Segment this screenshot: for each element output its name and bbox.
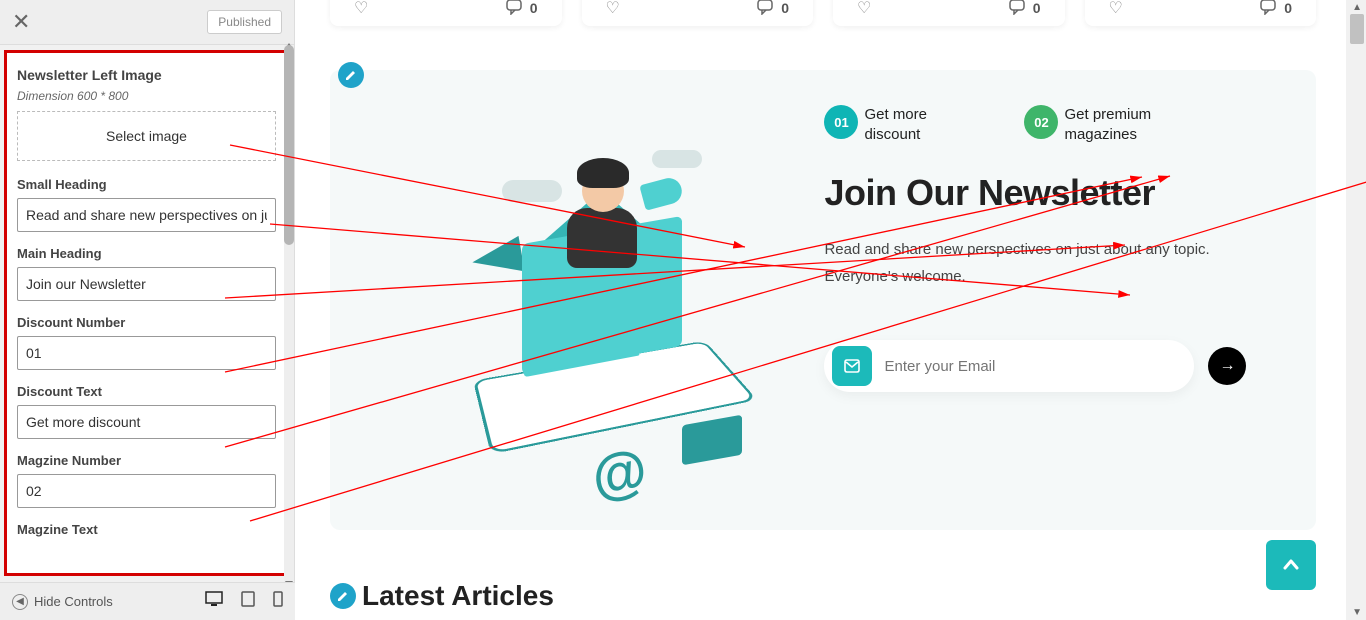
newsletter-section: @ 01 Get more discount 02 Get premium ma… xyxy=(330,70,1316,530)
main-heading-input[interactable] xyxy=(17,267,276,301)
dimension-note: Dimension 600 * 800 xyxy=(17,89,276,103)
heart-icon[interactable]: ♡ xyxy=(606,0,620,18)
comment-count: 0 xyxy=(530,0,538,16)
comment-icon xyxy=(506,0,524,18)
magazine-badge-text: Get premium magazines xyxy=(1064,105,1184,144)
small-heading-label: Small Heading xyxy=(17,177,276,192)
discount-text-input[interactable] xyxy=(17,405,276,439)
comment-icon xyxy=(757,0,775,18)
magazine-number-input[interactable] xyxy=(17,474,276,508)
comment-count: 0 xyxy=(1033,0,1041,16)
scroll-thumb[interactable] xyxy=(1350,14,1364,44)
preview-frame: ♡ 0 ♡ 0 ♡ 0 xyxy=(300,0,1346,620)
main-scrollbar[interactable]: ▲ ▼ xyxy=(1346,0,1366,620)
discount-number-input[interactable] xyxy=(17,336,276,370)
small-heading-input[interactable] xyxy=(17,198,276,232)
send-button[interactable]: → xyxy=(1208,347,1246,385)
scroll-arrow-down-icon[interactable]: ▼ xyxy=(1352,607,1362,618)
email-form-row: → xyxy=(824,340,1286,392)
magazine-number-label: Magzine Number xyxy=(17,453,276,468)
comment-count-wrap[interactable]: 0 xyxy=(757,0,789,18)
discount-number-label: Discount Number xyxy=(17,315,276,330)
sidebar-footer: ◀ Hide Controls xyxy=(0,582,295,620)
back-to-top-button[interactable] xyxy=(1266,540,1316,590)
heart-icon[interactable]: ♡ xyxy=(857,0,871,18)
sidebar-scroll-thumb[interactable] xyxy=(284,45,294,245)
latest-articles-title: Latest Articles xyxy=(362,580,554,612)
comment-icon xyxy=(1009,0,1027,18)
comment-count-wrap[interactable]: 0 xyxy=(1260,0,1292,18)
email-input-pill xyxy=(824,340,1194,392)
magazine-text-label: Magzine Text xyxy=(17,522,276,537)
edit-section-icon[interactable] xyxy=(330,583,356,609)
card-footer: ♡ 0 xyxy=(833,0,1065,26)
comment-icon xyxy=(1260,0,1278,18)
magazine-badge-item: 02 Get premium magazines xyxy=(1024,105,1184,144)
illustration-graphic: @ xyxy=(392,130,772,470)
comment-count-wrap[interactable]: 0 xyxy=(506,0,538,18)
discount-text-label: Discount Text xyxy=(17,384,276,399)
magazine-number-badge: 02 xyxy=(1024,105,1058,139)
customizer-sidebar: ✕ Published Newsletter Left Image Dimens… xyxy=(0,0,295,620)
tablet-icon[interactable] xyxy=(241,591,255,612)
discount-badge-text: Get more discount xyxy=(864,105,984,144)
comment-count-wrap[interactable]: 0 xyxy=(1009,0,1041,18)
scroll-arrow-up-icon[interactable]: ▲ xyxy=(1352,2,1362,13)
comment-count: 0 xyxy=(1284,0,1292,16)
mobile-icon[interactable] xyxy=(273,591,283,612)
sidebar-top-bar: ✕ Published xyxy=(0,0,294,45)
newsletter-content: 01 Get more discount 02 Get premium maga… xyxy=(804,100,1286,500)
device-switcher xyxy=(205,591,283,612)
discount-badge-item: 01 Get more discount xyxy=(824,105,984,144)
hide-controls-button[interactable]: ◀ Hide Controls xyxy=(12,594,113,610)
latest-articles-header: Latest Articles xyxy=(330,580,554,612)
section-title: Newsletter Left Image xyxy=(17,67,276,83)
heart-icon[interactable]: ♡ xyxy=(354,0,368,18)
published-button[interactable]: Published xyxy=(207,10,282,34)
card-footer: ♡ 0 xyxy=(330,0,562,26)
select-image-button[interactable]: Select image xyxy=(17,111,276,161)
card-footer: ♡ 0 xyxy=(582,0,814,26)
collapse-icon: ◀ xyxy=(12,594,28,610)
main-heading-label: Main Heading xyxy=(17,246,276,261)
desktop-icon[interactable] xyxy=(205,591,223,612)
newsletter-illustration: @ xyxy=(360,100,804,500)
newsletter-heading: Join Our Newsletter xyxy=(824,172,1286,214)
sidebar-panel: Newsletter Left Image Dimension 600 * 80… xyxy=(4,50,289,576)
comment-count: 0 xyxy=(781,0,789,16)
badges-row: 01 Get more discount 02 Get premium maga… xyxy=(824,105,1286,144)
discount-number-badge: 01 xyxy=(824,105,858,139)
edit-section-icon[interactable] xyxy=(338,62,364,88)
close-icon[interactable]: ✕ xyxy=(12,9,30,35)
email-icon xyxy=(832,346,872,386)
post-cards-row: ♡ 0 ♡ 0 ♡ 0 xyxy=(330,0,1316,26)
card-footer: ♡ 0 xyxy=(1085,0,1317,26)
sidebar-scrollbar[interactable] xyxy=(284,45,294,585)
heart-icon[interactable]: ♡ xyxy=(1109,0,1123,18)
email-input[interactable] xyxy=(884,358,1186,375)
newsletter-subheading: Read and share new perspectives on just … xyxy=(824,236,1244,290)
hide-controls-label: Hide Controls xyxy=(34,594,113,609)
